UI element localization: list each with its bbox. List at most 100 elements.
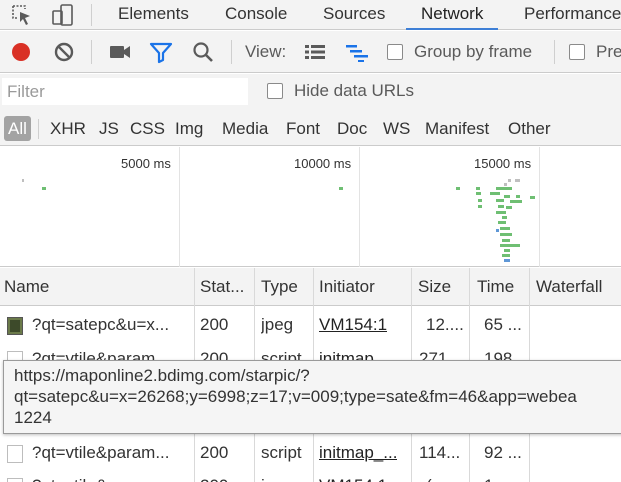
request-mark bbox=[22, 179, 24, 182]
table-row[interactable]: ?qt=vtile&param... 200 script initmap_..… bbox=[0, 437, 621, 469]
overview-gridline bbox=[179, 147, 180, 267]
request-mark bbox=[500, 227, 510, 230]
resource-type-filter-bar: All XHR JS CSS Img Media Font Doc WS Man… bbox=[0, 110, 621, 146]
table-row[interactable]: ?qt=satepc&u=x... 200 jpeg VM154:1 12...… bbox=[0, 309, 621, 341]
tab-sources[interactable]: Sources bbox=[323, 0, 385, 30]
column-header-time[interactable]: Time bbox=[477, 268, 514, 306]
type-filter-media[interactable]: Media bbox=[222, 116, 268, 141]
request-mark bbox=[502, 216, 507, 219]
large-rows-icon[interactable] bbox=[303, 40, 327, 64]
request-name[interactable]: ?qt=satepc&u=x... bbox=[32, 309, 190, 341]
type-filter-xhr[interactable]: XHR bbox=[50, 116, 86, 141]
preserve-log-checkbox[interactable] bbox=[569, 44, 585, 60]
request-size: 12.... bbox=[426, 315, 464, 334]
tab-console[interactable]: Console bbox=[225, 0, 287, 30]
type-filter-all[interactable]: All bbox=[4, 116, 31, 141]
column-header-name[interactable]: Name bbox=[4, 268, 49, 306]
device-toolbar-icon[interactable] bbox=[50, 3, 76, 27]
request-initiator-link[interactable]: initmap_... bbox=[319, 437, 397, 469]
screenshot-camera-icon[interactable] bbox=[108, 40, 132, 64]
tooltip-url-line: qt=satepc&u=x=26268;y=6998;z=17;v=009;ty… bbox=[14, 387, 577, 406]
request-initiator-link[interactable]: VM154:1 bbox=[319, 309, 387, 341]
overview-tick-label: 5000 ms bbox=[121, 156, 171, 171]
clear-icon[interactable] bbox=[52, 40, 76, 64]
hide-data-urls-checkbox[interactable] bbox=[267, 83, 283, 99]
toolbar-divider bbox=[554, 40, 555, 64]
request-size: 114... bbox=[419, 443, 461, 462]
request-name[interactable]: ?qt=vtile&param... bbox=[32, 437, 190, 469]
group-by-frame-checkbox[interactable] bbox=[387, 44, 403, 60]
column-header-status[interactable]: Stat... bbox=[200, 268, 244, 306]
type-filter-ws[interactable]: WS bbox=[383, 116, 410, 141]
type-filter-doc[interactable]: Doc bbox=[337, 116, 367, 141]
request-mark bbox=[504, 259, 510, 262]
filter-funnel-icon[interactable] bbox=[149, 40, 173, 64]
type-filter-other[interactable]: Other bbox=[508, 116, 551, 141]
request-time: 92 ... bbox=[484, 443, 522, 462]
request-mark bbox=[42, 187, 46, 190]
request-mark bbox=[456, 187, 460, 190]
inspect-element-icon[interactable] bbox=[10, 3, 36, 27]
tab-network[interactable]: Network bbox=[406, 0, 499, 30]
request-url-tooltip: https://maponline2.bdimg.com/starpic/? q… bbox=[3, 360, 621, 434]
request-type: jpeg bbox=[261, 315, 294, 334]
tab-performance[interactable]: Performance bbox=[524, 0, 621, 30]
type-filter-img[interactable]: Img bbox=[175, 116, 203, 141]
tooltip-url-line: 1224 bbox=[14, 408, 52, 427]
request-mark bbox=[490, 192, 500, 195]
network-toolbar: View: Group by frame Pre bbox=[0, 31, 621, 73]
request-mark bbox=[478, 205, 482, 208]
request-mark bbox=[510, 200, 522, 203]
request-initiator-link[interactable]: VM154:1 bbox=[319, 470, 387, 482]
column-header-size[interactable]: Size bbox=[418, 268, 451, 306]
request-mark bbox=[504, 249, 510, 252]
request-time: 65 ... bbox=[484, 315, 522, 334]
request-type: script bbox=[261, 443, 302, 462]
document-file-icon bbox=[7, 478, 23, 482]
request-mark bbox=[515, 179, 520, 182]
overview-tick-label: 15000 ms bbox=[474, 156, 532, 171]
document-file-icon bbox=[7, 445, 23, 463]
request-mark bbox=[496, 211, 506, 214]
request-name[interactable]: ?qt=vtile&param... bbox=[32, 470, 190, 482]
column-header-waterfall[interactable]: Waterfall bbox=[536, 268, 602, 306]
group-by-frame-label: Group by frame bbox=[414, 42, 533, 61]
view-label: View: bbox=[245, 42, 287, 61]
type-filter-font[interactable]: Font bbox=[286, 116, 320, 141]
request-mark bbox=[498, 221, 506, 224]
request-mark bbox=[502, 254, 510, 257]
column-header-type[interactable]: Type bbox=[261, 268, 298, 306]
record-icon[interactable] bbox=[9, 40, 33, 64]
request-type: jpeg bbox=[261, 470, 293, 482]
request-mark bbox=[530, 196, 535, 199]
column-header-initiator[interactable]: Initiator bbox=[319, 268, 375, 306]
tab-elements[interactable]: Elements bbox=[118, 0, 189, 30]
toolbar-divider bbox=[231, 40, 232, 64]
request-mark bbox=[476, 187, 480, 190]
request-time: 1... bbox=[484, 470, 508, 482]
filter-input[interactable] bbox=[2, 78, 248, 105]
request-mark bbox=[339, 187, 343, 190]
network-overview-timeline[interactable]: 5000 ms 10000 ms 15000 ms bbox=[0, 147, 621, 267]
request-mark bbox=[508, 179, 511, 182]
request-mark bbox=[504, 195, 510, 198]
overview-tick-label: 10000 ms bbox=[294, 156, 352, 171]
request-status: 200 bbox=[200, 470, 228, 482]
type-filter-js[interactable]: JS bbox=[99, 116, 119, 141]
request-mark bbox=[498, 205, 504, 208]
type-filter-css[interactable]: CSS bbox=[130, 116, 165, 141]
request-mark bbox=[478, 199, 482, 202]
devtools-tab-bar: Elements Console Sources Network Perform… bbox=[0, 0, 621, 30]
type-filter-manifest[interactable]: Manifest bbox=[425, 116, 489, 141]
waterfall-overview-icon[interactable] bbox=[345, 40, 369, 64]
overview-gridline bbox=[359, 147, 360, 267]
toolbar-divider bbox=[91, 40, 92, 64]
request-mark bbox=[496, 187, 512, 190]
tab-bar-divider bbox=[91, 4, 92, 26]
search-icon[interactable] bbox=[191, 40, 215, 64]
filter-row: Hide data URLs bbox=[0, 74, 621, 110]
table-row[interactable]: ?qt=vtile&param... 200 jpeg VM154:1 (...… bbox=[0, 470, 621, 482]
request-mark bbox=[476, 192, 481, 195]
request-mark bbox=[506, 206, 512, 209]
request-mark bbox=[500, 233, 512, 236]
